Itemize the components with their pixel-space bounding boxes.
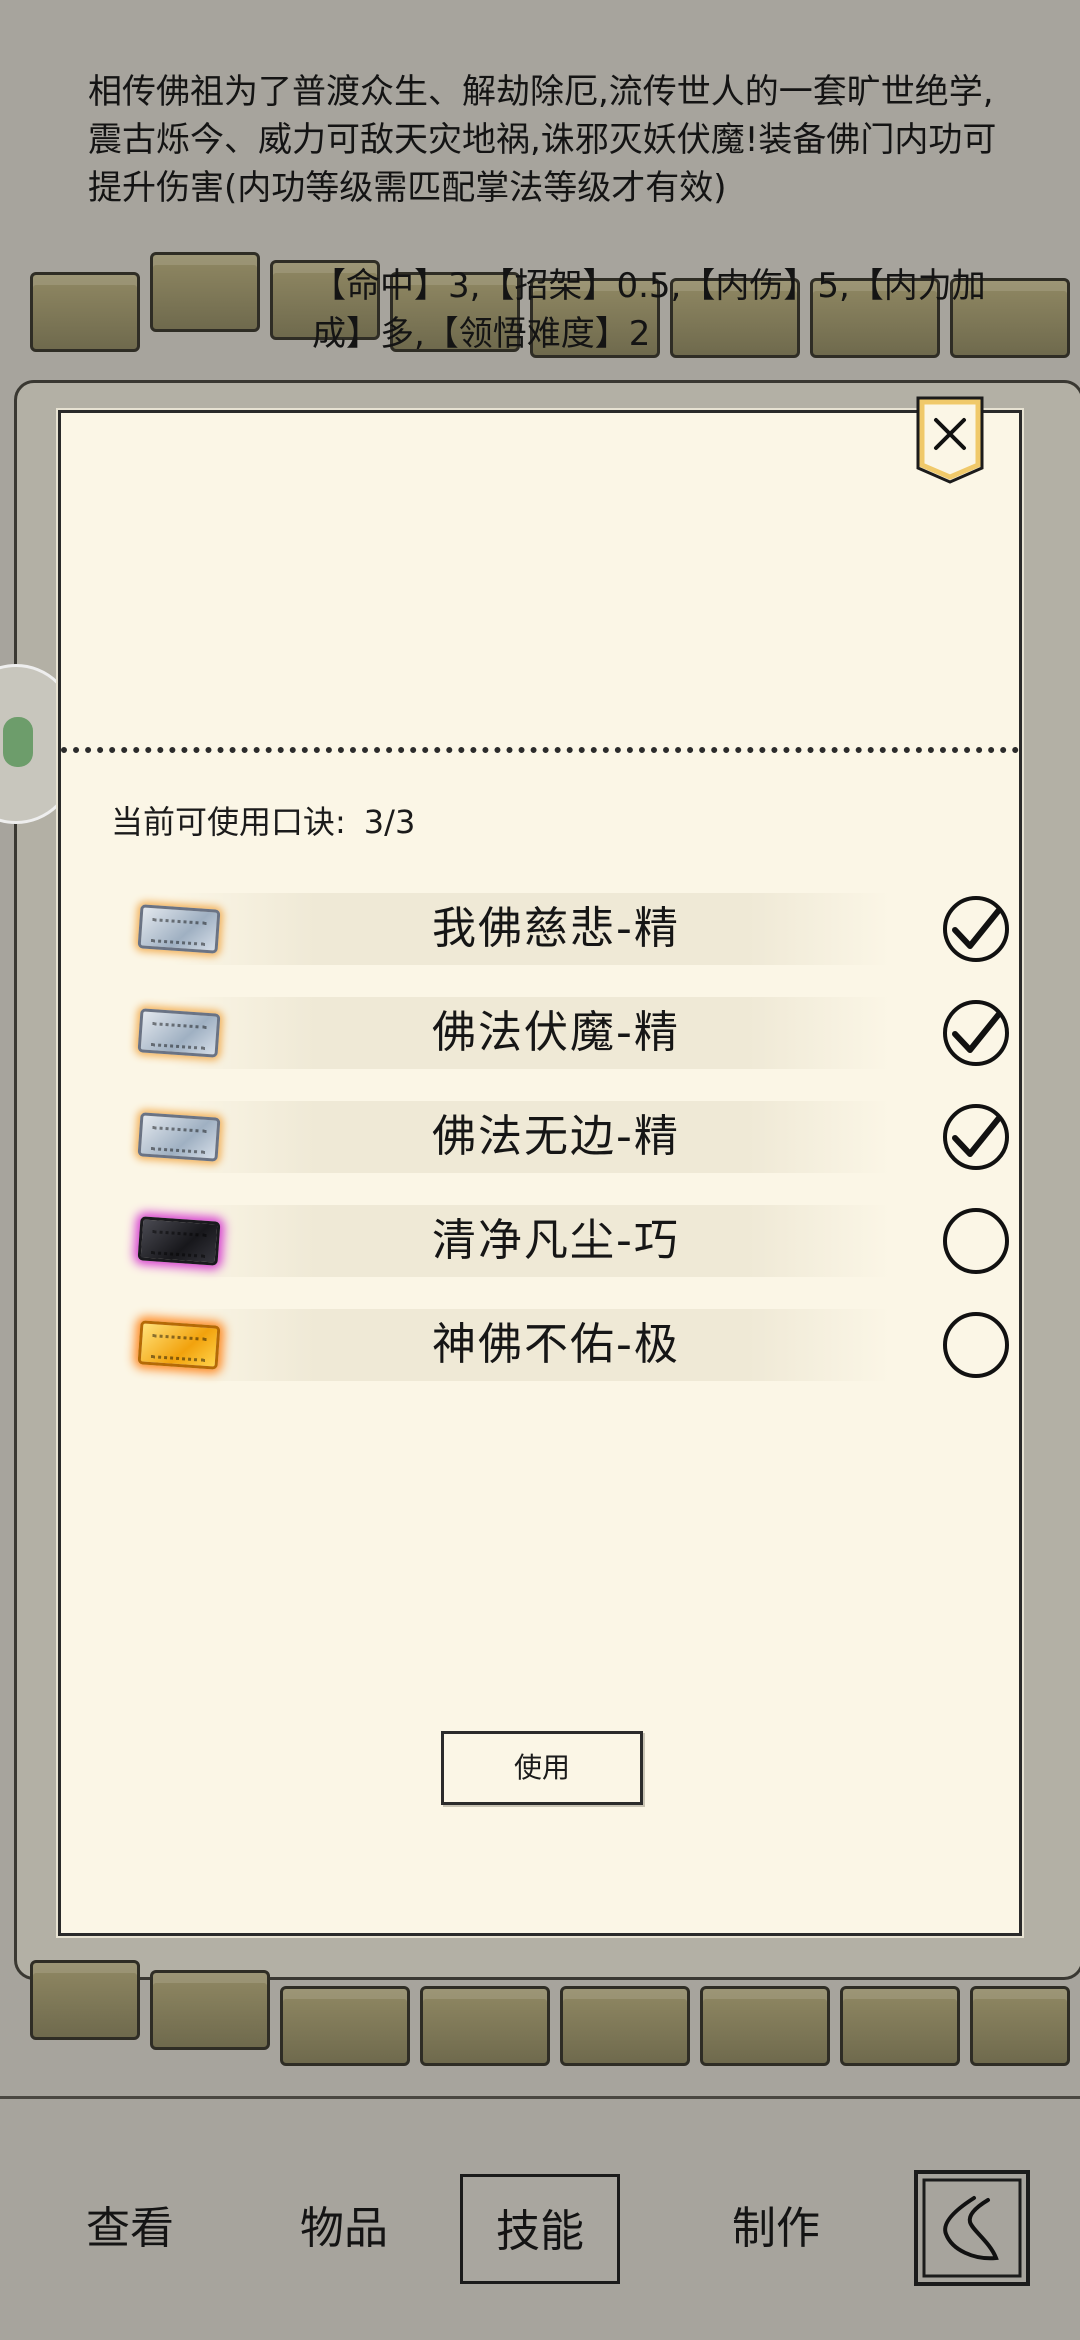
tab-view[interactable]: 查看 bbox=[50, 2174, 210, 2284]
skill-stats: 【命中】3,【招架】0.5,【内伤】5,【内力加成】多,【领悟难度】2 bbox=[312, 266, 986, 354]
mantra-label: 清净凡尘-巧 bbox=[432, 1215, 680, 1266]
checked-circle-icon[interactable] bbox=[941, 894, 1011, 964]
use-button[interactable]: 使用 bbox=[441, 1731, 643, 1805]
skill-description: 相传佛祖为了普渡众生、解劫除厄,流传世人的一套旷世绝学,震古烁今、威力可敌天灾地… bbox=[88, 72, 997, 208]
empty-circle-icon[interactable] bbox=[941, 1310, 1011, 1380]
mantra-count-label: 当前可使用口诀: bbox=[111, 803, 346, 841]
tab-crafting[interactable]: 制作 bbox=[696, 2174, 856, 2284]
mantra-count: 当前可使用口诀: 3/3 bbox=[111, 797, 415, 847]
mantra-label: 佛法无边-精 bbox=[432, 1111, 680, 1162]
mantra-option-4[interactable]: 清净凡尘-巧 bbox=[111, 1199, 1009, 1283]
silver-token-icon bbox=[137, 1112, 221, 1162]
scroll-roller-bottom bbox=[0, 1960, 1080, 2080]
mantra-option-3[interactable]: 佛法无边-精 bbox=[111, 1095, 1009, 1179]
checked-circle-icon[interactable] bbox=[941, 998, 1011, 1068]
tab-items[interactable]: 物品 bbox=[264, 2174, 424, 2284]
mantra-option-5[interactable]: 神佛不佑-极 bbox=[111, 1303, 1009, 1387]
dotted-divider bbox=[61, 747, 1019, 753]
mantra-label: 我佛慈悲-精 bbox=[432, 903, 680, 954]
mantra-option-2[interactable]: 佛法伏魔-精 bbox=[111, 991, 1009, 1075]
mantra-option-1[interactable]: 我佛慈悲-精 bbox=[111, 887, 1009, 971]
mantra-count-value: 3/3 bbox=[363, 803, 416, 841]
close-icon[interactable] bbox=[914, 394, 986, 486]
silver-token-icon bbox=[137, 1008, 221, 1058]
mantra-select-dialog: 当前可使用口诀: 3/3 我佛慈悲-精 佛法伏魔-精 佛法无边-精 清净凡尘-巧 bbox=[58, 410, 1022, 1936]
tab-skills[interactable]: 技能 bbox=[460, 2174, 620, 2284]
silver-token-icon bbox=[137, 904, 221, 954]
empty-circle-icon[interactable] bbox=[941, 1206, 1011, 1276]
checked-circle-icon[interactable] bbox=[941, 1102, 1011, 1172]
purple-token-icon bbox=[137, 1216, 221, 1266]
bottom-navigation: 查看 物品 技能 制作 bbox=[0, 2110, 1080, 2340]
mantra-label: 佛法伏魔-精 bbox=[432, 1007, 680, 1058]
gold-token-icon bbox=[137, 1320, 221, 1370]
back-icon[interactable] bbox=[912, 2168, 1032, 2288]
mantra-label: 神佛不佑-极 bbox=[432, 1319, 680, 1370]
